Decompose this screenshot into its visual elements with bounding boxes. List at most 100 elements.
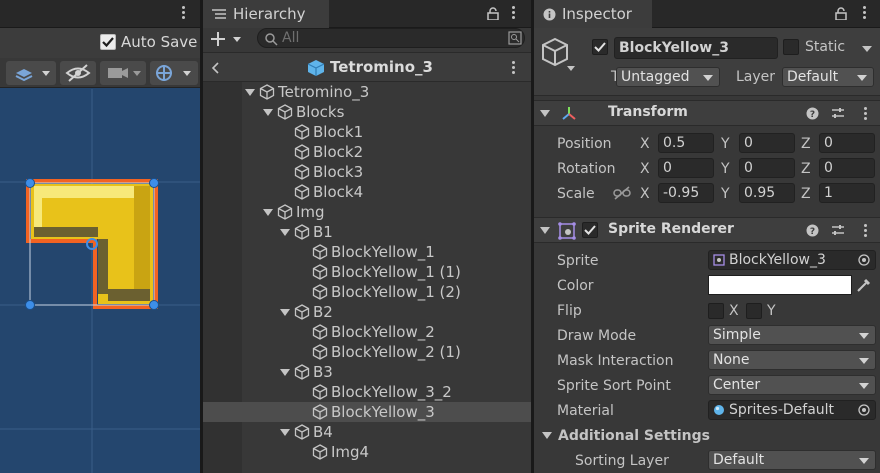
sprite-picker-icon[interactable] <box>858 254 870 266</box>
gameobject-icon[interactable] <box>541 36 577 76</box>
expand-arrow-icon[interactable] <box>280 429 290 436</box>
sprite-renderer-header[interactable]: Sprite Renderer ? <box>534 217 880 243</box>
flip-x-checkbox[interactable] <box>708 303 724 319</box>
transform-title: Transform <box>608 104 688 120</box>
hierarchy-item[interactable]: BlockYellow_1 <box>203 242 531 262</box>
hierarchy-item[interactable]: BlockYellow_2 <box>203 322 531 342</box>
scene-menu-dots-icon[interactable] <box>182 6 186 21</box>
expand-arrow-icon[interactable] <box>263 209 273 216</box>
scale-x-axis[interactable]: X <box>640 184 650 204</box>
scale-x-input[interactable]: -0.95 <box>658 183 714 203</box>
hierarchy-item[interactable]: BlockYellow_3 <box>203 402 531 422</box>
transform-dots-icon[interactable] <box>864 107 868 122</box>
transform-header[interactable]: Transform ? <box>534 100 880 126</box>
hierarchy-item[interactable]: BlockYellow_1 (2) <box>203 282 531 302</box>
color-swatch[interactable] <box>708 275 852 295</box>
tag-dropdown[interactable]: Untagged <box>616 67 720 87</box>
hierarchy-item[interactable]: Block3 <box>203 162 531 182</box>
hierarchy-tab[interactable]: Hierarchy <box>203 0 329 28</box>
additional-settings-foldout[interactable]: Additional Settings <box>534 425 880 447</box>
hierarchy-item[interactable]: Blocks <box>203 102 531 122</box>
constrain-proportions-icon[interactable] <box>613 186 631 200</box>
position-x-input[interactable]: 0.5 <box>658 133 714 153</box>
static-dropdown-arrow[interactable] <box>862 46 872 52</box>
active-checkbox[interactable] <box>592 39 608 55</box>
hierarchy-item[interactable]: B4 <box>203 422 531 442</box>
draw-mode-dropdown[interactable]: Simple <box>708 325 876 345</box>
layer-dropdown[interactable]: Default <box>782 67 874 87</box>
back-chevron-icon[interactable] <box>211 62 219 74</box>
position-z-input[interactable]: 0 <box>819 133 875 153</box>
position-y-input[interactable]: 0 <box>739 133 795 153</box>
camera-toggle-button[interactable] <box>100 61 146 85</box>
hierarchy-item[interactable]: Img <box>203 202 531 222</box>
position-y-axis[interactable]: Y <box>721 134 730 154</box>
material-picker-icon[interactable] <box>858 404 870 416</box>
expand-arrow-icon[interactable] <box>245 89 255 96</box>
gizmos-toggle-button[interactable] <box>150 61 198 85</box>
sprite-renderer-collapse-icon[interactable] <box>540 227 550 234</box>
inspector-menu-dots-icon[interactable] <box>863 6 867 21</box>
gameobject-cube-icon <box>312 384 328 400</box>
hierarchy-item[interactable]: BlockYellow_2 (1) <box>203 342 531 362</box>
object-name-input[interactable]: BlockYellow_3 <box>614 37 778 59</box>
additional-settings-collapse-icon[interactable] <box>542 432 552 439</box>
rotation-y-input[interactable]: 0 <box>739 158 795 178</box>
hierarchy-item[interactable]: Block1 <box>203 122 531 142</box>
hierarchy-menu-dots-icon[interactable] <box>512 6 516 21</box>
hierarchy-item[interactable]: Tetromino_3 <box>203 82 531 102</box>
sprite-renderer-icon <box>558 222 576 240</box>
prefab-cube-icon <box>307 60 325 76</box>
position-z-axis[interactable]: Z <box>801 134 811 154</box>
hierarchy-item[interactable]: Block4 <box>203 182 531 202</box>
expand-arrow-icon[interactable] <box>280 309 290 316</box>
sprite-object-field[interactable]: BlockYellow_3 <box>708 250 876 270</box>
scale-z-input[interactable]: 1 <box>819 183 875 203</box>
sprite-sort-point-dropdown[interactable]: Center <box>708 375 876 395</box>
hierarchy-item[interactable]: B2 <box>203 302 531 322</box>
position-x-axis[interactable]: X <box>640 134 650 154</box>
preset-sliders-icon[interactable] <box>831 106 845 120</box>
sprite-renderer-enabled-checkbox[interactable] <box>582 222 598 238</box>
static-checkbox[interactable] <box>783 39 799 55</box>
hierarchy-item[interactable]: B1 <box>203 222 531 242</box>
auto-save-checkbox[interactable] <box>100 34 116 50</box>
scene-canvas[interactable] <box>0 89 200 473</box>
sprite-help-icon[interactable]: ? <box>806 224 819 237</box>
lock-icon[interactable] <box>487 7 499 20</box>
hierarchy-item[interactable]: BlockYellow_1 (1) <box>203 262 531 282</box>
rotation-x-axis[interactable]: X <box>640 159 650 179</box>
expand-arrow-icon[interactable] <box>280 369 290 376</box>
rotation-x-input[interactable]: 0 <box>658 158 714 178</box>
hierarchy-item[interactable]: BlockYellow_3_2 <box>203 382 531 402</box>
rotation-y-axis[interactable]: Y <box>721 159 730 179</box>
hierarchy-item[interactable]: B3 <box>203 362 531 382</box>
expand-arrow-icon[interactable] <box>263 109 273 116</box>
sprite-renderer-dots-icon[interactable] <box>864 224 868 239</box>
sprite-preset-sliders-icon[interactable] <box>831 223 845 237</box>
layers-toggle-button[interactable] <box>6 61 56 85</box>
hierarchy-item[interactable]: Img4 <box>203 442 531 462</box>
visibility-toggle-button[interactable] <box>60 61 96 85</box>
rotation-z-input[interactable]: 0 <box>819 158 875 178</box>
hierarchy-search-box[interactable]: All <box>257 28 525 48</box>
hierarchy-item[interactable]: Block2 <box>203 142 531 162</box>
search-filter-icon[interactable] <box>508 31 522 45</box>
flip-y-checkbox[interactable] <box>746 303 762 319</box>
help-icon[interactable]: ? <box>806 107 819 120</box>
sprite-label: Sprite <box>557 253 599 269</box>
scene-header-dots-icon[interactable] <box>512 61 516 76</box>
add-object-button[interactable] <box>209 29 247 49</box>
material-object-field[interactable]: Sprites-Default <box>708 400 876 420</box>
scale-z-axis[interactable]: Z <box>801 184 811 204</box>
mask-interaction-dropdown[interactable]: None <box>708 350 876 370</box>
eyedropper-icon[interactable] <box>856 277 872 293</box>
expand-arrow-icon[interactable] <box>280 229 290 236</box>
rotation-z-axis[interactable]: Z <box>801 159 811 179</box>
scale-y-input[interactable]: 0.95 <box>739 183 795 203</box>
inspector-lock-icon[interactable] <box>835 7 847 20</box>
transform-collapse-icon[interactable] <box>540 110 550 117</box>
sorting-layer-dropdown[interactable]: Default <box>708 450 876 470</box>
inspector-tab[interactable]: Inspector <box>534 0 652 28</box>
scale-y-axis[interactable]: Y <box>721 184 730 204</box>
